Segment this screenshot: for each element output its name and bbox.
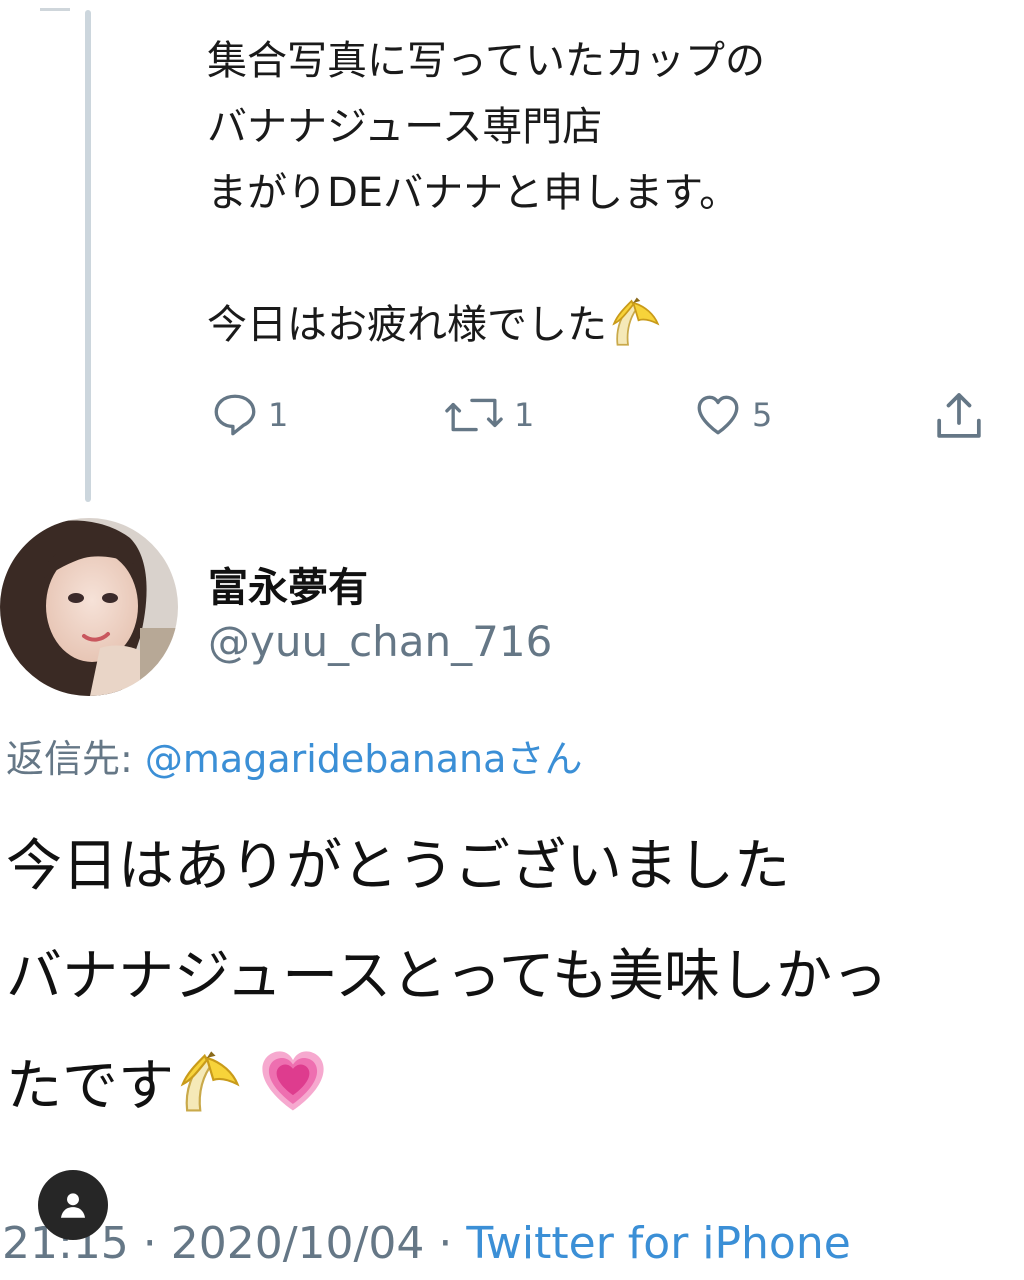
user-handle[interactable]: @yuu_chan_716: [208, 617, 552, 666]
retweet-count: 1: [514, 396, 535, 434]
share-button[interactable]: [930, 388, 988, 444]
retweet-button[interactable]: 1: [442, 390, 534, 440]
growing-heart-emoji-icon: [262, 1051, 324, 1111]
banana-emoji-icon: [180, 1051, 240, 1112]
tweet-meta: 21:15 · 2020/10/04 · Twitter for iPhone: [2, 1218, 851, 1269]
parent-tweet-body: 集合写真に写っていたカップの バナナジュース専門店 まがりDEバナナと申します。…: [207, 38, 765, 348]
thread-top-divider: [40, 0, 70, 11]
reply-count: 1: [268, 396, 289, 434]
share-icon: [937, 393, 981, 438]
tweet-action-bar: 1 1 5: [0, 385, 1024, 445]
reply-to-suffix: さん: [506, 737, 583, 781]
tweet-line: 今日はありがとうございました: [6, 834, 790, 899]
tweet-line-text: たです: [6, 1054, 174, 1119]
like-count: 5: [752, 396, 773, 434]
heart-icon: [697, 395, 739, 435]
reply-to-prefix: 返信先:: [6, 737, 145, 781]
reply-tweet-text: 今日はありがとうございました バナナジュースとっても美味しかっ たです: [6, 812, 1024, 1142]
reply-icon: [214, 394, 256, 436]
tweet-line-last: たです: [6, 1032, 1024, 1142]
display-name[interactable]: 富永夢有: [208, 555, 368, 613]
parent-tweet-text: 集合写真に写っていたカップの バナナジュース専門店 まがりDEバナナと申します。…: [207, 28, 1007, 358]
profile-photo: [0, 518, 178, 696]
reply-to-mention: @magaridebanana: [144, 737, 507, 781]
banana-emoji-icon: [612, 297, 660, 346]
tweet-source-link[interactable]: Twitter for iPhone: [466, 1218, 850, 1269]
avatar[interactable]: [0, 518, 178, 696]
tweet-line: バナナジュースとっても美味しかっ: [6, 944, 888, 1009]
like-button[interactable]: 5: [692, 390, 772, 440]
person-icon: [60, 1193, 86, 1218]
reply-button[interactable]: 1: [210, 390, 288, 440]
retweet-icon: [445, 398, 503, 432]
reply-to-line: 返信先: @magaridebananaさん: [6, 728, 582, 783]
user-tag-icon[interactable]: [38, 1170, 108, 1240]
reply-to-mention-link[interactable]: @magaridebananaさん: [145, 737, 583, 781]
